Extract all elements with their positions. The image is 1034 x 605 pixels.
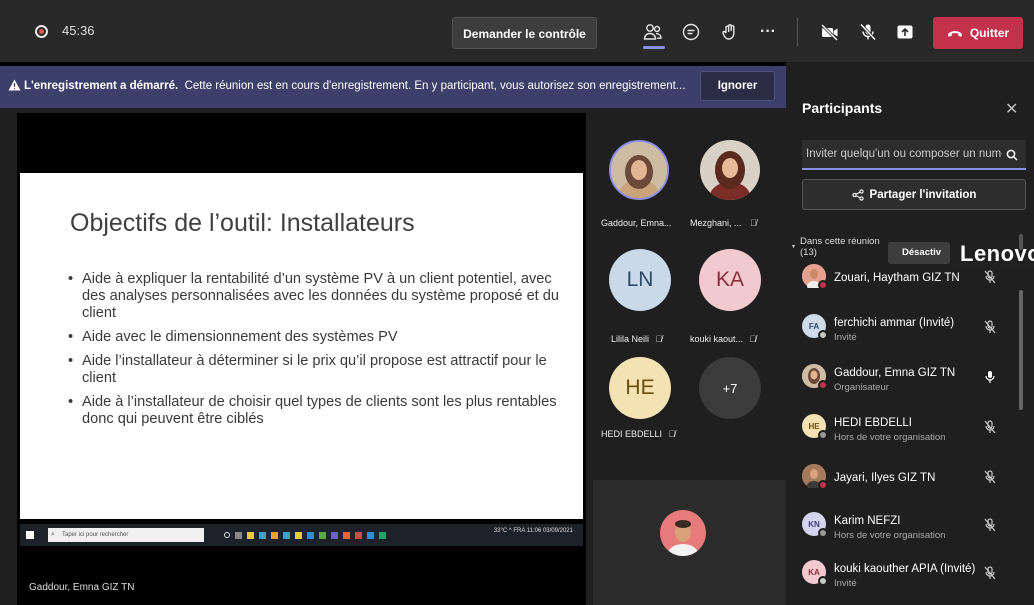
more-participants-button[interactable]: +7 [699,357,761,419]
participant-name: kouki kaouther APIA (Invité) [834,563,976,575]
participant-name: kouki kaout... 🎙̸ [690,334,757,344]
mic-off-icon [984,320,996,339]
self-video-tile [593,480,786,605]
taskbar-search-box: ⌕ Taper ici pour rechercher [48,528,204,542]
participant-role: Hors de votre organisation [834,432,946,443]
presence-status-icon [818,576,828,586]
participant-role: Invité [834,332,857,343]
participant-row[interactable]: FA ferchichi ammar (Invité) Invité [802,308,1017,348]
participant-photo [609,140,669,200]
shared-windows-taskbar: ⌕ Taper ici pour rechercher 33°C ^ FRA 1… [20,524,583,546]
close-icon[interactable]: ✕ [1005,99,1018,119]
share-invite-label: Partager l'invitation [869,188,977,201]
participant-role: Invité [834,578,857,589]
meeting-timer: 45:36 [62,23,95,38]
participant-name: Jayari, Ilyes GIZ TN [834,472,936,484]
recording-banner-message: Cette réunion est en cours d'enregistrem… [184,80,686,92]
slide-bullets: • Aide à expliquer la rentabilité d’un sy… [68,271,568,435]
mic-off-icon [984,420,996,439]
participant-row[interactable]: Jayari, Ilyes GIZ TN [802,458,1017,498]
presenter-name: Gaddour, Emna GIZ TN [29,582,135,593]
mic-off-icon[interactable] [856,20,880,44]
panel-title: Participants [802,100,883,116]
recording-banner: L'enregistrement a démarré. Cette réunio… [0,66,786,108]
search-icon[interactable] [1006,148,1018,166]
participant-name: Gaddour, Emna... [601,218,672,228]
mic-off-icon: 🎙̸ [749,334,757,344]
chat-icon[interactable] [679,20,703,44]
participants-icon[interactable] [641,20,665,44]
mic-off-icon [984,270,996,289]
participant-row[interactable]: KN Karim NEFZI Hors de votre organisatio… [802,506,1017,546]
participant-row[interactable]: HE HEDI EBDELLI Hors de votre organisati… [802,408,1017,448]
leave-meeting-button[interactable]: Quitter [933,17,1023,49]
taskbar-app-icons [224,531,386,539]
slide-bullet: • Aide à l’installateur de choisir quel t… [68,394,557,427]
recording-icon [35,25,48,38]
reactions-icon[interactable] [719,20,743,44]
presence-status-icon [818,330,828,340]
presence-status-icon [818,480,828,490]
participant-row[interactable]: KA kouki kaouther APIA (Invité) Invité [802,554,1017,594]
leave-meeting-label: Quitter [969,26,1010,40]
participant-avatar: KA [699,249,761,311]
phone-hangup-icon [947,31,962,37]
more-options-icon[interactable]: ··· [756,20,780,44]
participant-photo [700,140,760,200]
meeting-toolbar: 45:36 Demander le contrôle ··· Quitter [0,0,1034,62]
participant-name: Karim NEFZI [834,515,901,527]
mic-off-icon: 🎙̸ [750,218,757,228]
section-scroll-thumb[interactable] [1019,234,1023,250]
participant-name: ferchichi ammar (Invité) [834,317,955,329]
slide-bullet: • Aide l’installateur à déterminer si le … [68,353,547,386]
share-screen-icon[interactable] [893,20,917,44]
self-photo [660,510,706,556]
slide-title: Objectifs de l’outil: Installateurs [70,209,415,237]
participants-panel: Participants ✕ Partager l'invitation ▾ D… [786,62,1034,605]
share-invite-button[interactable]: Partager l'invitation [802,179,1026,210]
participant-role: Hors de votre organisation [834,530,946,541]
presentation-slide: Objectifs de l’outil: Installateurs • Aid… [20,173,583,519]
mic-off-icon: 🎙̸ [655,334,663,344]
slide-bullet: • Aide avec le dimensionnement des systèm… [68,329,398,345]
request-control-button[interactable]: Demander le contrôle [452,17,597,49]
taskbar-tray: 33°C ^ FRA 11:06 03/09/2021 [493,528,573,534]
presence-status-icon [818,280,828,290]
participant-role: Organisateur [834,382,889,393]
camera-off-icon[interactable] [818,20,842,44]
chevron-down-icon: ▾ [792,244,796,250]
participant-avatar: LN [609,249,671,311]
mic-on-icon [984,370,996,389]
participant-row[interactable]: Gaddour, Emna GIZ TN Organisateur [802,358,1017,398]
participant-name: Lilila Neili 🎙̸ [611,334,663,344]
mic-off-icon [984,470,996,489]
ignore-button[interactable]: Ignorer [700,71,775,101]
share-icon [851,188,864,201]
participant-name: HEDI EBDELLI 🎙̸ [601,429,676,439]
participant-name: Zouari, Haytham GIZ TN [834,272,960,284]
presence-status-icon [818,528,828,538]
participants-active-indicator [643,46,665,49]
slide-bullet: • Aide à expliquer la rentabilité d’un sy… [68,271,560,321]
mic-off-icon [984,566,996,585]
windows-start-icon [26,531,34,539]
participant-name: Mezghani, ... 🎙̸ [690,218,757,228]
panel-scrollbar[interactable] [1019,290,1023,410]
participant-name: Gaddour, Emna GIZ TN [834,367,956,379]
participant-avatar: HE [609,357,671,419]
in-meeting-section-header[interactable]: ▾ Dans cette réunion (13) [792,236,880,258]
presence-status-icon [818,430,828,440]
participant-row[interactable]: Zouari, Haytham GIZ TN [802,258,1017,298]
warning-icon [8,79,21,94]
mic-off-icon: 🎙̸ [668,429,676,439]
mic-off-icon [984,518,996,537]
toolbar-divider [797,18,798,46]
recording-banner-title: L'enregistrement a démarré. [24,80,179,92]
participant-name: HEDI EBDELLI [834,417,912,429]
presence-status-icon [818,380,828,390]
invite-input[interactable] [802,140,1026,170]
